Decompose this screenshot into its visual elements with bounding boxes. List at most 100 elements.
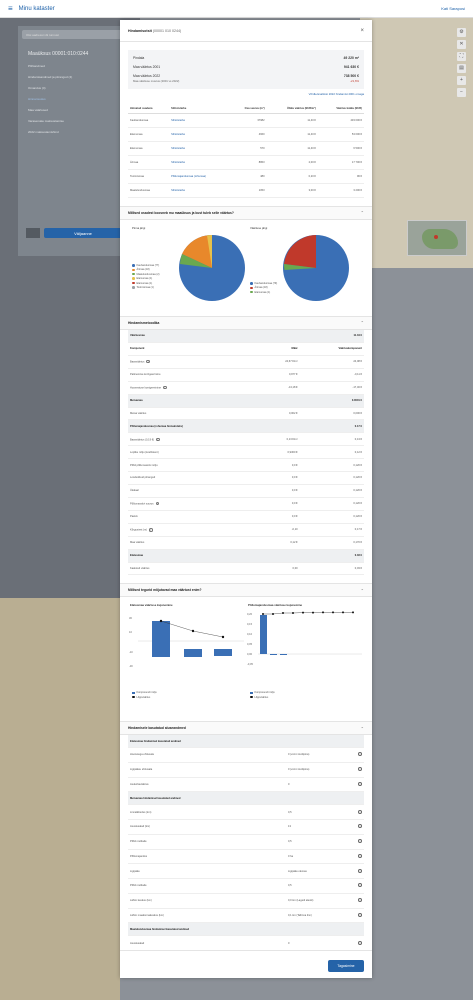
calc-label-text: Paekiv (130, 515, 138, 519)
summary-label: Maa väärtus 2001 (133, 65, 161, 70)
layer-chip[interactable] (26, 228, 40, 238)
table-cell: Maatulundusmaa (128, 183, 170, 198)
calc-rate: 0,977 € (261, 368, 300, 382)
info-circle-icon[interactable] (358, 809, 362, 814)
modal-title: Hindamisotsit (00001 010 0244) (128, 29, 181, 33)
calc-rate (261, 329, 300, 343)
legend-item: Elamumaa (1) (132, 282, 159, 285)
calc-row: Metsamaa 0.0001 € (128, 394, 364, 408)
legend-label: Komponendi mõju (136, 691, 157, 695)
axis-tick: 30 (129, 616, 132, 620)
chevron-up-icon[interactable]: ⌃ (361, 588, 364, 593)
info-circle-icon[interactable] (358, 767, 362, 772)
param-value: 13 (286, 819, 356, 835)
calc-label: Komponent (128, 342, 262, 356)
column-header: Sihtotstarbe (169, 103, 230, 114)
close-button[interactable]: Tagasimine (328, 960, 364, 972)
close-icon[interactable]: × (360, 28, 364, 34)
calc-row: Ülekaal 0,0 €0,120 € (128, 484, 364, 498)
info-circle-icon[interactable] (358, 752, 362, 757)
chevron-up-icon[interactable]: ⌃ (361, 210, 364, 215)
overview-minimap[interactable] (407, 220, 467, 256)
calc-value: -17,46 € (299, 381, 364, 395)
calc-label: Väärtusmaa (128, 329, 262, 343)
pie-by-area: Pinna järgi Kaubandusmaa (77) Ärimaa (18… (128, 224, 246, 308)
bar-section-header[interactable]: Millised tegurid mõjutavad maa väärtust … (120, 583, 372, 598)
info-icon[interactable]: i (155, 501, 159, 506)
app-title[interactable]: Minu kataster (19, 6, 55, 12)
legend-item: Komponendi mõju (132, 691, 157, 694)
section-title: Millised tegurid mõjutavad maa väärtust … (128, 588, 202, 593)
axis-tick: -0,05 (247, 662, 253, 666)
bar-charts: Elatusmaa väärtuse kujunemine 30 10 -10 … (128, 601, 364, 713)
table-cell[interactable]: Sihtotstarbe (169, 155, 230, 170)
table-cell[interactable]: Sihtotstarbe (169, 141, 230, 156)
info-circle-icon[interactable] (358, 913, 362, 918)
table-cell[interactable]: Sihtotstarbe (169, 113, 230, 128)
info-circle-icon[interactable] (358, 898, 362, 903)
pie-section-header[interactable]: Millised osadest koosneb mu maaüksus ja … (120, 205, 372, 220)
param-info (356, 777, 364, 793)
map-tile (360, 268, 473, 1000)
chevron-up-icon[interactable]: ⌃ (361, 726, 364, 731)
table-cell[interactable]: Sihtotstarbe (169, 127, 230, 142)
gear-icon[interactable]: ⚙ (457, 28, 466, 37)
sidebar-item[interactable]: 2022 maksustamishind (28, 130, 124, 134)
hamburger-icon[interactable]: ≡ (8, 4, 13, 13)
sidebar-item[interactable]: Hindamisandmed ja piirangud (4) (28, 75, 124, 79)
line-series (263, 612, 353, 615)
calc-row: Maa väärtus 0,12 €0,170 € (128, 536, 364, 550)
info-icon[interactable]: i (156, 437, 160, 441)
info-circle-icon[interactable] (358, 782, 362, 787)
param-info (356, 747, 364, 763)
calc-section-header[interactable]: Hindamismetoodika ⌃ (120, 315, 372, 330)
close-icon[interactable]: ✕ (457, 40, 466, 49)
search-input[interactable]: Otsi aadressi või tunnust (22, 30, 124, 39)
info-circle-icon[interactable] (358, 824, 362, 829)
info-icon[interactable]: i (149, 528, 153, 532)
info-circle-icon[interactable] (358, 839, 362, 844)
table-row: Elamumaa Sihtotstarbe 4660 11,40 €53 000 € (128, 127, 364, 142)
zoom-out-icon[interactable]: − (457, 88, 466, 97)
zoom-in-icon[interactable]: + (457, 76, 466, 85)
calc-row: Kõrgustest (m) i -0,10 0,17 € (128, 523, 364, 537)
info-circle-icon[interactable] (358, 853, 362, 858)
sidebar-item[interactable]: Varasemate maksustamise (28, 119, 124, 123)
legend-label: Komponendi mõju (254, 691, 275, 695)
summary-row: Maa väärtuse muutus (2001 vs 2022) -21,6… (133, 78, 359, 85)
table-cell[interactable]: Sihtotstarbe (169, 183, 230, 198)
table-cell[interactable]: Põllumajandusmaa (rohumaa) (169, 169, 230, 184)
fullscreen-icon[interactable]: ⛶ (457, 52, 466, 61)
table-row: Tootmismaa Põllumajandusmaa (rohumaa) 480 0… (128, 169, 364, 184)
calc-row: Väärtusmaa 11.34 € (128, 329, 364, 343)
chevron-up-icon[interactable]: ⌃ (361, 320, 364, 325)
sidebar-item[interactable]: Hinnamuutus (28, 97, 124, 101)
params-section-header[interactable]: Hindamisele kasutatud aluseandmed ⌃ (120, 721, 372, 736)
info-icon[interactable]: i (146, 359, 150, 364)
calc-label-text: Metsamaa (130, 399, 143, 403)
calc-rate: 0,13 €/m² (261, 432, 300, 447)
sidebar-item[interactable]: Põhiandmed (28, 64, 124, 68)
info-circle-icon[interactable] (358, 883, 362, 888)
sidebar-action-button[interactable]: Väljaanne (44, 228, 122, 238)
calc-label: Metsamaa (128, 394, 262, 408)
axis-tick: 0,15 (247, 622, 253, 626)
param-value: 0,5 (286, 834, 356, 850)
layers-icon[interactable]: ▤ (457, 64, 466, 73)
summary-value: 49 220 m² (343, 56, 359, 61)
summary-change: -21,6% (350, 78, 359, 83)
user-menu[interactable]: Kati Saraposi (441, 6, 465, 11)
sidebar-item[interactable]: Omandus (4) (28, 86, 124, 90)
calc-rate: Määr (261, 342, 300, 356)
info-circle-icon[interactable] (358, 940, 362, 945)
compare-link[interactable]: Võrdle/analüüsi 2022 hindamist 2001 omag… (128, 92, 364, 96)
calc-rate (261, 419, 300, 434)
info-icon[interactable]: i (163, 385, 167, 390)
sidebar-item[interactable]: Maa väärtused (28, 108, 124, 112)
table-cell: 480 (229, 169, 267, 184)
sidebar-panel: Otsi aadressi või tunnust Maaüksus 00001… (18, 26, 128, 256)
info-circle-icon[interactable] (358, 868, 362, 873)
calc-label-text: Kaalutud väärtus (130, 566, 150, 570)
calc-label: Elatusmaa (128, 549, 262, 563)
calc-label-text: Metsa väärtus (130, 412, 147, 416)
